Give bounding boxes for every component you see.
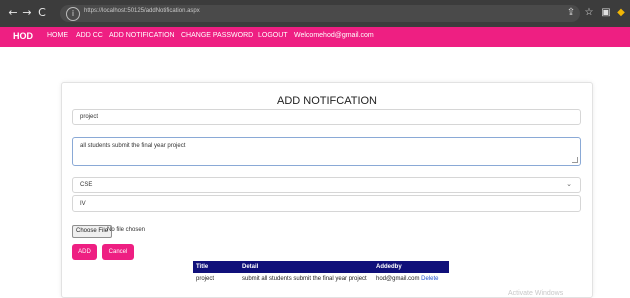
share-icon[interactable]: ⇪ xyxy=(565,7,577,19)
nav-add-cc[interactable]: ADD CC xyxy=(76,32,103,39)
star-icon[interactable]: ☆ xyxy=(583,7,595,19)
cell-detail: submit all students submit the final yea… xyxy=(242,276,367,282)
activate-windows-watermark: Activate Windows xyxy=(508,290,564,297)
cell-title: project xyxy=(196,276,215,282)
addedby-text: hod@gmail.com xyxy=(376,276,420,282)
file-status: No file chosen xyxy=(107,227,146,233)
table-row: project submit all students submit the f… xyxy=(193,273,449,285)
url-text: https://localhost:50125/addNotification.… xyxy=(84,8,200,14)
nav-logout[interactable]: LOGOUT xyxy=(258,32,288,39)
cell-addedby: hod@gmail.com Delete xyxy=(373,273,449,285)
nav-change-password[interactable]: CHANGE PASSWORD xyxy=(181,32,253,39)
nav-add-notification[interactable]: ADD NOTIFICATION xyxy=(109,32,175,39)
delete-link[interactable]: Delete xyxy=(421,276,438,282)
col-addedby: Addedby xyxy=(373,261,449,273)
chevron-down-icon: ⌄ xyxy=(566,180,572,188)
back-icon[interactable]: ← xyxy=(6,6,20,20)
sidebar-icon[interactable]: ▣ xyxy=(600,7,612,19)
add-button[interactable]: ADD xyxy=(72,244,97,260)
address-bar[interactable]: i https://localhost:50125/addNotificatio… xyxy=(60,5,580,22)
nav-welcome-user: Welcomehod@gmail.com xyxy=(294,32,374,39)
col-detail: Detail xyxy=(239,261,373,273)
site-info-icon[interactable]: i xyxy=(66,7,80,21)
year-input[interactable]: IV xyxy=(72,195,581,212)
col-title: Title xyxy=(193,261,239,273)
page-title: ADD NOTIFCATION xyxy=(276,95,377,107)
app-navbar: HOD HOME ADD CC ADD NOTIFICATION CHANGE … xyxy=(0,27,630,47)
browser-toolbar: ← → C i https://localhost:50125/addNotif… xyxy=(0,0,630,27)
title-input[interactable]: project xyxy=(72,109,581,125)
forward-icon[interactable]: → xyxy=(20,6,34,20)
notification-card: ADD NOTIFCATION project all students sub… xyxy=(61,82,593,298)
extension-icon[interactable]: ◆ xyxy=(615,7,627,19)
reload-icon[interactable]: C xyxy=(35,6,49,20)
cancel-button[interactable]: Cancel xyxy=(102,244,134,260)
detail-textarea[interactable]: all students submit the final year proje… xyxy=(72,137,581,166)
nav-home[interactable]: HOME xyxy=(47,32,68,39)
nav-brand[interactable]: HOD xyxy=(13,31,33,41)
department-select[interactable]: CSE ⌄ xyxy=(72,177,581,193)
choose-file-button[interactable]: Choose File xyxy=(72,225,113,238)
resize-grip-icon[interactable] xyxy=(572,157,578,163)
notifications-table: Title Detail Addedby project submit all … xyxy=(193,261,449,285)
table-header-row: Title Detail Addedby xyxy=(193,261,449,273)
